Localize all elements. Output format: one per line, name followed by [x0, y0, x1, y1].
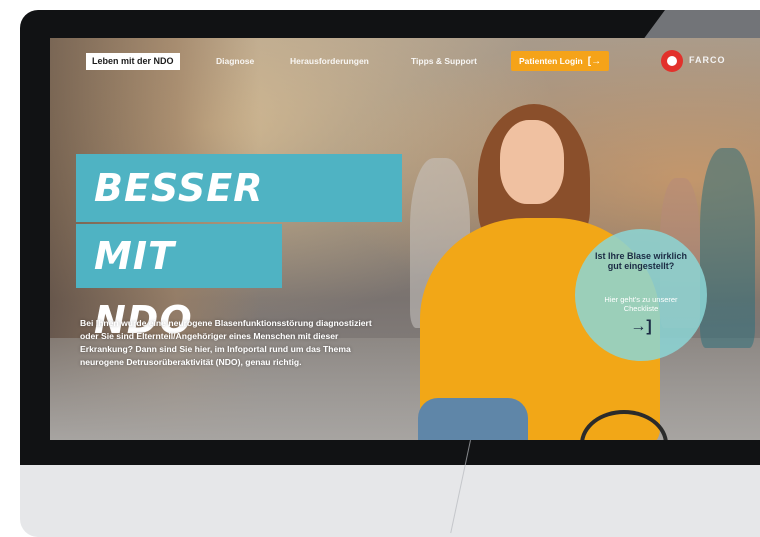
patient-login-button[interactable]: Patienten Login [→ — [511, 51, 610, 71]
top-navigation: Leben mit der NDO Diagnose Herausforderu… — [50, 38, 760, 84]
headline-line-2: MIT NDO — [76, 224, 282, 342]
hero-photo-jeans — [418, 398, 528, 440]
checklist-link-text[interactable]: Hier geht's zu unserer Checkliste — [593, 295, 689, 313]
monitor-chin — [20, 465, 760, 537]
intro-text: Bei Ihnen wurde eine neurogene Blasenfun… — [80, 318, 372, 367]
nav-link-tipps-support[interactable]: Tipps & Support — [411, 55, 477, 68]
login-arrow-icon: [→ — [587, 56, 602, 67]
checklist-bubble[interactable]: Ist Ihre Blase wirklich gut eingestellt?… — [575, 229, 707, 361]
website-screen: Leben mit der NDO Diagnose Herausforderu… — [50, 38, 760, 440]
patient-login-label: Patienten Login — [519, 56, 583, 66]
brand-link[interactable]: Leben mit der NDO — [86, 53, 180, 70]
company-logo-center — [667, 56, 677, 66]
background-person — [700, 148, 755, 348]
checklist-question: Ist Ihre Blase wirklich gut eingestellt? — [594, 251, 688, 271]
arrow-right-into-bracket-icon[interactable]: →] — [629, 317, 653, 337]
nav-link-diagnose[interactable]: Diagnose — [216, 55, 254, 68]
hero-photo-face — [500, 120, 564, 204]
company-logo-icon[interactable] — [661, 50, 683, 72]
company-logo-text: FARCO — [689, 55, 726, 65]
headline-line-1: BESSER LEBEN — [76, 154, 402, 278]
nav-link-herausforderungen[interactable]: Herausforderungen — [290, 55, 369, 68]
